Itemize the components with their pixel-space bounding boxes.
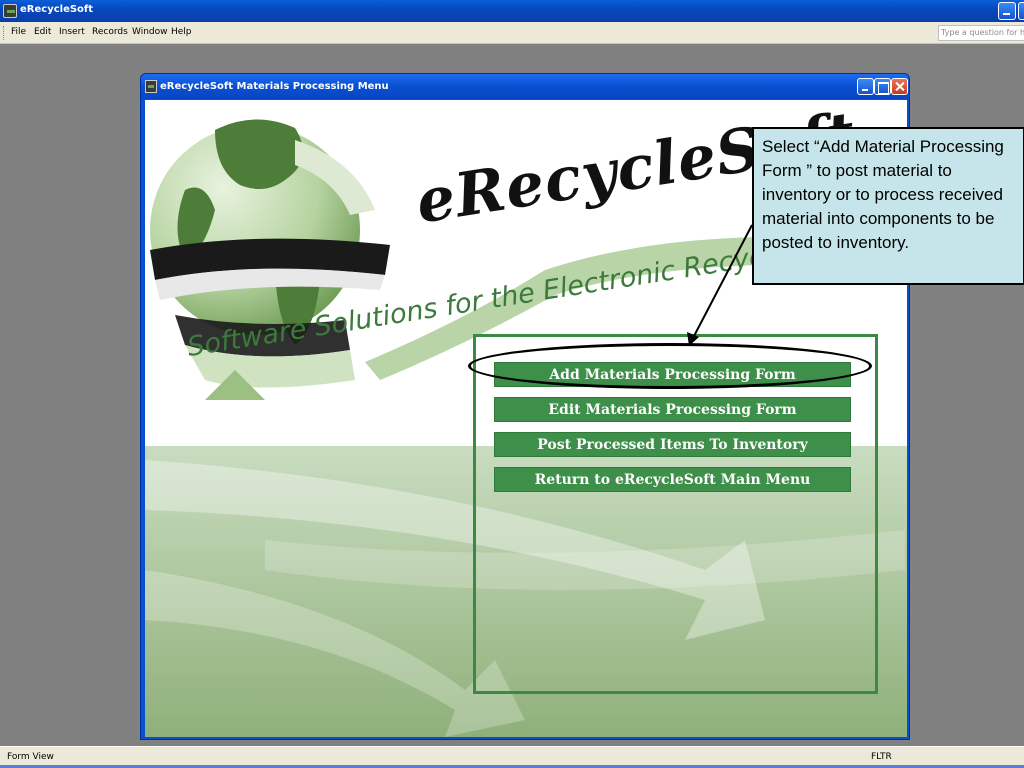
post-processed-items-button[interactable]: Post Processed Items To Inventory (494, 432, 851, 457)
statusbar: Form View FLTR (0, 746, 1024, 768)
form-title: eRecycleSoft Materials Processing Menu (160, 81, 389, 92)
status-view-mode: Form View (7, 752, 54, 762)
menu-edit[interactable]: Edit (34, 27, 51, 37)
menubar-grip (3, 26, 5, 40)
app-icon[interactable] (3, 4, 17, 18)
edit-materials-processing-form-button[interactable]: Edit Materials Processing Form (494, 397, 851, 422)
menu-file[interactable]: File (11, 27, 26, 37)
form-minimize-button[interactable] (857, 78, 874, 95)
menubar: File Edit Insert Records Window Help Typ… (0, 22, 1024, 44)
return-main-menu-button[interactable]: Return to eRecycleSoft Main Menu (494, 467, 851, 492)
form-titlebar: eRecycleSoft Materials Processing Menu (141, 74, 909, 99)
app-title: eRecycleSoft (20, 4, 94, 15)
menu-records[interactable]: Records (92, 27, 128, 37)
form-close-button[interactable] (891, 78, 908, 95)
status-filter-indicator: FLTR (871, 752, 892, 762)
add-materials-processing-form-button[interactable]: Add Materials Processing Form (494, 362, 851, 387)
form-maximize-button[interactable] (874, 78, 891, 95)
menu-help[interactable]: Help (171, 27, 192, 37)
form-icon[interactable] (145, 80, 157, 93)
help-question-input[interactable]: Type a question for help (938, 25, 1024, 41)
instruction-callout: Select “Add Material Processing Form ” t… (752, 127, 1024, 285)
menu-window[interactable]: Window (132, 27, 168, 37)
app-maximize-button[interactable] (1018, 2, 1024, 20)
menu-insert[interactable]: Insert (59, 27, 85, 37)
app-minimize-button[interactable] (998, 2, 1016, 20)
button-group-frame (473, 334, 878, 694)
recycle-globe-logo (150, 119, 390, 400)
app-titlebar: eRecycleSoft (0, 0, 1024, 22)
